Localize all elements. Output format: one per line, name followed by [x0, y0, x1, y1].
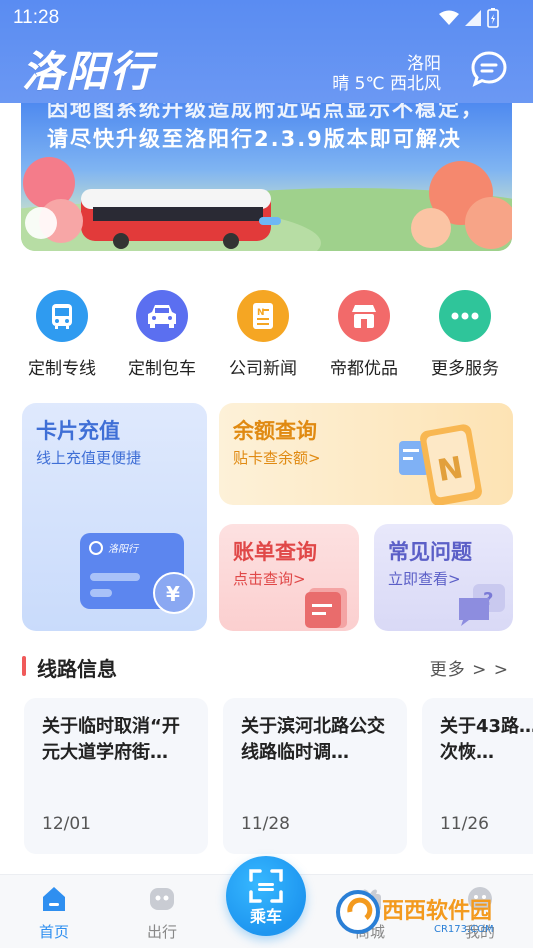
bus-icon: [36, 290, 88, 342]
service-grid: 定制专线 定制包车 N 公司新闻 帝都优品 更多服务: [0, 290, 533, 380]
card-bill[interactable]: 账单查询 点击查询>: [219, 524, 359, 631]
svg-text:¥: ¥: [166, 582, 180, 606]
route-title: 关于临时取消“开元大道学府街…: [42, 716, 180, 763]
robot-icon: [150, 888, 174, 910]
shop-icon: [338, 290, 390, 342]
watermark-url: CR173.COM: [434, 924, 494, 935]
status-bar: 11:28: [0, 0, 533, 36]
route-title: 关于滨河北路公交线路临时调…: [241, 716, 385, 763]
bus-illustration: [81, 189, 271, 249]
service-label: 定制专线: [28, 359, 96, 379]
route-date: 11/28: [241, 814, 290, 834]
weather-info: 晴 5℃ 西北风: [332, 74, 441, 94]
route-card[interactable]: 关于滨河北路公交线路临时调… 11/28: [223, 698, 407, 854]
bus-card-icon: 洛阳行 ¥: [80, 533, 195, 614]
ride-label: 乘车: [249, 907, 282, 926]
tab-label: 出行: [146, 923, 177, 941]
wifi-icon: [439, 10, 459, 25]
route-card[interactable]: 关于临时取消“开元大道学府街… 12/01: [24, 698, 208, 854]
bill-icon: [305, 588, 347, 628]
service-label: 定制包车: [128, 359, 196, 379]
status-icons: [439, 8, 499, 28]
service-more[interactable]: 更多服务: [415, 290, 515, 379]
question-bubble-icon: ?: [459, 584, 505, 626]
notice-banner[interactable]: 因地图系统升级造成附近站点显示不稳定， 请尽快升级至洛阳行2.3.9版本即可解决: [21, 103, 512, 251]
section-title: 线路信息: [37, 657, 117, 681]
card-title: 常见问题: [388, 540, 472, 564]
tab-travel[interactable]: 出行: [122, 885, 202, 942]
card-title: 余额查询: [233, 419, 317, 443]
route-card[interactable]: 关于43路…路班次恢… 11/26: [422, 698, 533, 854]
status-time: 11:28: [13, 7, 60, 28]
section-accent-bar: [22, 656, 26, 676]
signal-icon: [465, 10, 481, 26]
service-label: 帝都优品: [330, 359, 398, 379]
card-title: 卡片充值: [36, 419, 120, 443]
service-premium-shop[interactable]: 帝都优品: [314, 290, 414, 379]
route-date: 11/26: [440, 814, 489, 834]
card-subtitle: 贴卡查余额>: [233, 449, 321, 467]
card-brand-text: 洛阳行: [108, 543, 140, 555]
service-custom-line[interactable]: 定制专线: [12, 290, 112, 379]
tab-label: 首页: [38, 923, 69, 941]
more-icon: [439, 290, 491, 342]
banner-illustration: [21, 157, 512, 251]
nfc-phone-icon: N: [399, 424, 482, 505]
service-label: 公司新闻: [229, 359, 297, 379]
chat-bubble-icon: [471, 51, 507, 87]
news-icon: N: [237, 290, 289, 342]
battery-icon: [487, 8, 499, 28]
card-subtitle: 点击查询>: [233, 570, 306, 588]
service-charter-car[interactable]: 定制包车: [112, 290, 212, 379]
card-title: 账单查询: [233, 540, 317, 564]
route-title: 关于43路…路班次恢…: [440, 716, 533, 763]
card-balance[interactable]: 余额查询 贴卡查余额> N: [219, 403, 513, 505]
scan-icon: [249, 869, 283, 903]
ride-button[interactable]: 乘车: [226, 856, 306, 936]
message-button[interactable]: [470, 50, 508, 88]
route-date: 12/01: [42, 814, 91, 834]
service-label: 更多服务: [431, 359, 499, 379]
card-faq[interactable]: 常见问题 立即查看> ?: [374, 524, 513, 631]
more-link[interactable]: 更多 > >: [430, 655, 509, 680]
card-recharge[interactable]: 卡片充值 线上充值更便捷 洛阳行 ¥: [22, 403, 207, 631]
watermark-brand: 西西软件园: [382, 898, 492, 924]
app-logo: 洛阳行: [22, 47, 155, 96]
home-icon: [43, 887, 65, 911]
car-icon: [136, 290, 188, 342]
card-subtitle: 线上充值更便捷: [36, 449, 142, 467]
site-watermark: 西西软件园 CR173.COM: [336, 890, 494, 935]
card-subtitle: 立即查看>: [388, 570, 461, 588]
app-header: 11:28 洛阳行 洛阳 晴 5℃ 西北风: [0, 0, 533, 103]
service-company-news[interactable]: N 公司新闻: [213, 290, 313, 379]
tab-home[interactable]: 首页: [14, 885, 94, 942]
